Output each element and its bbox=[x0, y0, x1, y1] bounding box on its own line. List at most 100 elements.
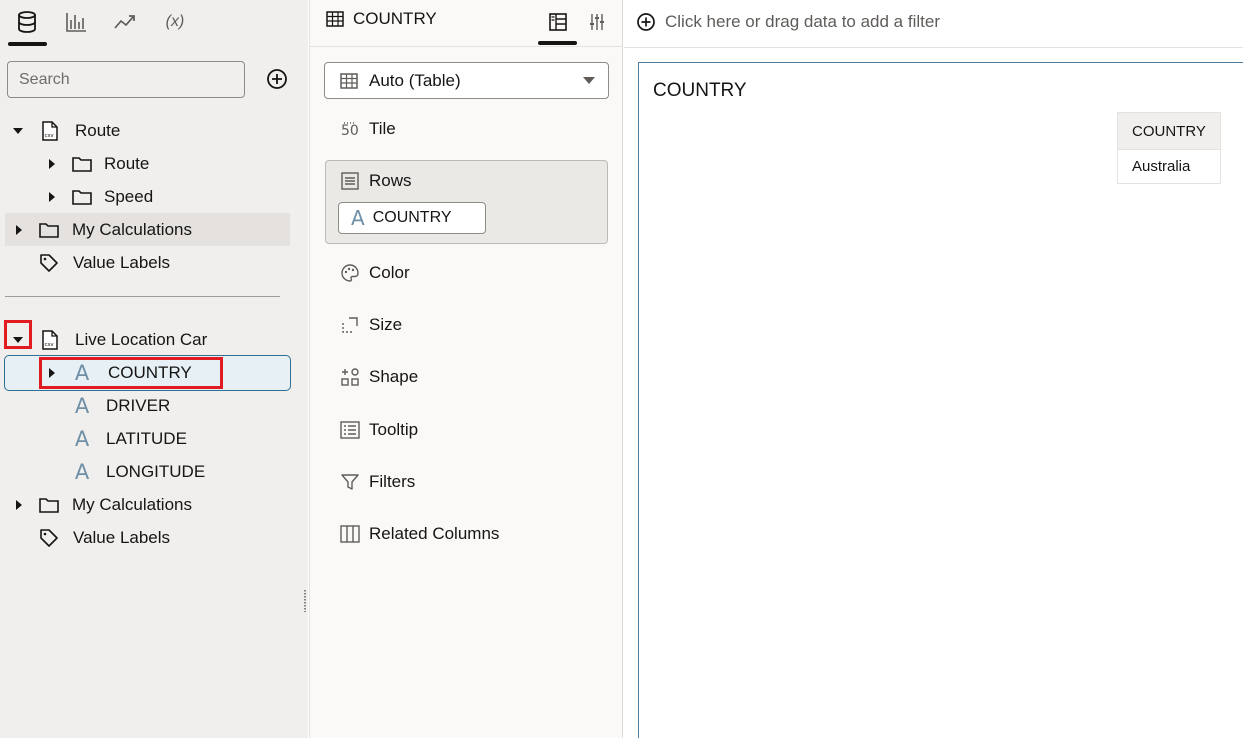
tree-label: Route bbox=[75, 120, 121, 140]
size-label: Size bbox=[369, 315, 403, 334]
svg-text:csv: csv bbox=[45, 342, 55, 348]
dataset-divider bbox=[5, 296, 280, 297]
tree-label: My Calculations bbox=[72, 219, 192, 239]
rows-country-pill[interactable]: A COUNTRY bbox=[338, 202, 486, 234]
color-label: Color bbox=[369, 263, 410, 282]
folder-icon bbox=[71, 186, 93, 208]
grammar-tab-icon[interactable] bbox=[545, 10, 571, 34]
active-tab-indicator bbox=[8, 42, 47, 46]
properties-sliders-icon[interactable] bbox=[584, 10, 610, 34]
folder-my-calculations[interactable]: My Calculations bbox=[12, 488, 192, 521]
visualization[interactable]: COUNTRY COUNTRY Australia bbox=[638, 62, 1243, 738]
canvas: Click here or drag data to add a filter … bbox=[624, 0, 1243, 738]
size-icon bbox=[339, 314, 361, 336]
csv-dataset-icon: csv bbox=[39, 120, 61, 142]
column-longitude[interactable]: A LONGITUDE bbox=[71, 455, 205, 488]
folder-icon bbox=[38, 494, 60, 516]
dataset-route[interactable]: csv Route bbox=[11, 114, 120, 147]
tree-label: Live Location Car bbox=[75, 329, 208, 349]
grammar-title: COUNTRY bbox=[326, 9, 437, 29]
column-latitude[interactable]: A LATITUDE bbox=[71, 422, 187, 455]
columns-icon bbox=[339, 523, 361, 545]
palette-icon bbox=[339, 262, 361, 284]
visualizations-icon[interactable] bbox=[62, 8, 90, 36]
tooltip-section[interactable]: Tooltip bbox=[339, 415, 418, 445]
funnel-icon bbox=[339, 471, 361, 493]
divider bbox=[310, 46, 623, 47]
data-table: COUNTRY Australia bbox=[1117, 112, 1221, 184]
table-header[interactable]: COUNTRY bbox=[1117, 112, 1221, 150]
csv-dataset-icon: csv bbox=[39, 329, 61, 351]
folder-speed[interactable]: Speed bbox=[45, 180, 153, 213]
expand-arrow-icon[interactable] bbox=[12, 498, 26, 512]
attribute-icon: A bbox=[74, 393, 90, 418]
tree-label: DRIVER bbox=[106, 395, 171, 415]
annotation-highlight-box bbox=[39, 357, 223, 389]
tree-label: Value Labels bbox=[73, 527, 171, 547]
svg-text:csv: csv bbox=[45, 133, 55, 139]
folder-icon bbox=[71, 153, 93, 175]
tag-icon bbox=[38, 252, 60, 274]
attribute-icon: A bbox=[74, 426, 90, 451]
value-labels[interactable]: Value Labels bbox=[38, 246, 170, 279]
grammar-panel: COUNTRY Auto (Table) 50 Tile Rows A COUN… bbox=[309, 0, 623, 738]
expression-icon[interactable]: (x) bbox=[160, 8, 190, 36]
tree-label: Speed bbox=[104, 186, 154, 206]
annotation-highlight-box bbox=[4, 320, 32, 349]
tile-label: Tile bbox=[369, 119, 396, 138]
tile-icon: 50 bbox=[339, 118, 361, 140]
folder-route[interactable]: Route bbox=[45, 147, 149, 180]
grammar-title-text: COUNTRY bbox=[353, 9, 437, 28]
tooltip-label: Tooltip bbox=[369, 420, 419, 439]
filters-label: Filters bbox=[369, 472, 416, 491]
tree-label: LONGITUDE bbox=[106, 461, 206, 481]
folder-icon bbox=[38, 219, 60, 241]
viz-type-value: Auto (Table) bbox=[369, 70, 461, 90]
tile-section[interactable]: 50 Tile bbox=[339, 114, 396, 144]
database-icon[interactable] bbox=[13, 8, 41, 36]
svg-text:50: 50 bbox=[341, 123, 359, 137]
filters-section[interactable]: Filters bbox=[339, 467, 415, 497]
analytics-icon[interactable] bbox=[111, 8, 139, 36]
shape-section[interactable]: Shape bbox=[339, 362, 418, 392]
tag-icon bbox=[38, 527, 60, 549]
dataset-live-location-car[interactable]: csv Live Location Car bbox=[11, 323, 207, 356]
related-columns-label: Related Columns bbox=[369, 524, 500, 543]
viz-type-select[interactable]: Auto (Table) bbox=[324, 62, 609, 99]
collapse-arrow-icon[interactable] bbox=[11, 124, 25, 138]
rows-label: Rows bbox=[369, 171, 412, 190]
chevron-down-icon[interactable] bbox=[583, 77, 595, 84]
filter-bar[interactable]: Click here or drag data to add a filter bbox=[636, 12, 940, 32]
table-icon bbox=[326, 11, 344, 27]
table-icon bbox=[340, 72, 358, 89]
value-labels[interactable]: Value Labels bbox=[38, 521, 170, 554]
tree-label: Value Labels bbox=[73, 252, 171, 272]
tooltip-icon bbox=[339, 419, 361, 441]
tree-label: LATITUDE bbox=[106, 428, 187, 448]
expand-arrow-icon[interactable] bbox=[45, 157, 59, 171]
tree-label: Route bbox=[104, 153, 150, 173]
shape-label: Shape bbox=[369, 367, 419, 386]
add-data-icon[interactable] bbox=[266, 68, 288, 90]
table-cell[interactable]: Australia bbox=[1117, 149, 1221, 184]
color-section[interactable]: Color bbox=[339, 258, 410, 288]
folder-my-calculations[interactable]: My Calculations bbox=[12, 213, 192, 246]
search-input[interactable] bbox=[7, 61, 245, 98]
expand-arrow-icon[interactable] bbox=[12, 223, 26, 237]
attribute-icon: A bbox=[351, 206, 365, 230]
filter-hint: Click here or drag data to add a filter bbox=[665, 12, 940, 31]
attribute-icon: A bbox=[74, 459, 90, 484]
expand-arrow-icon[interactable] bbox=[45, 190, 59, 204]
size-section[interactable]: Size bbox=[339, 310, 402, 340]
related-columns-section[interactable]: Related Columns bbox=[339, 519, 499, 549]
shape-icon bbox=[339, 366, 361, 388]
tree-label: My Calculations bbox=[72, 494, 192, 514]
add-filter-icon[interactable] bbox=[636, 12, 656, 32]
rows-icon bbox=[339, 170, 361, 192]
column-driver[interactable]: A DRIVER bbox=[71, 389, 170, 422]
active-tab-indicator bbox=[538, 41, 577, 45]
data-panel: (x) csv Route Route Speed My Calculation… bbox=[0, 0, 308, 738]
divider bbox=[624, 47, 1243, 48]
panel-resize-handle[interactable] bbox=[303, 590, 307, 612]
viz-title: COUNTRY bbox=[653, 80, 747, 101]
